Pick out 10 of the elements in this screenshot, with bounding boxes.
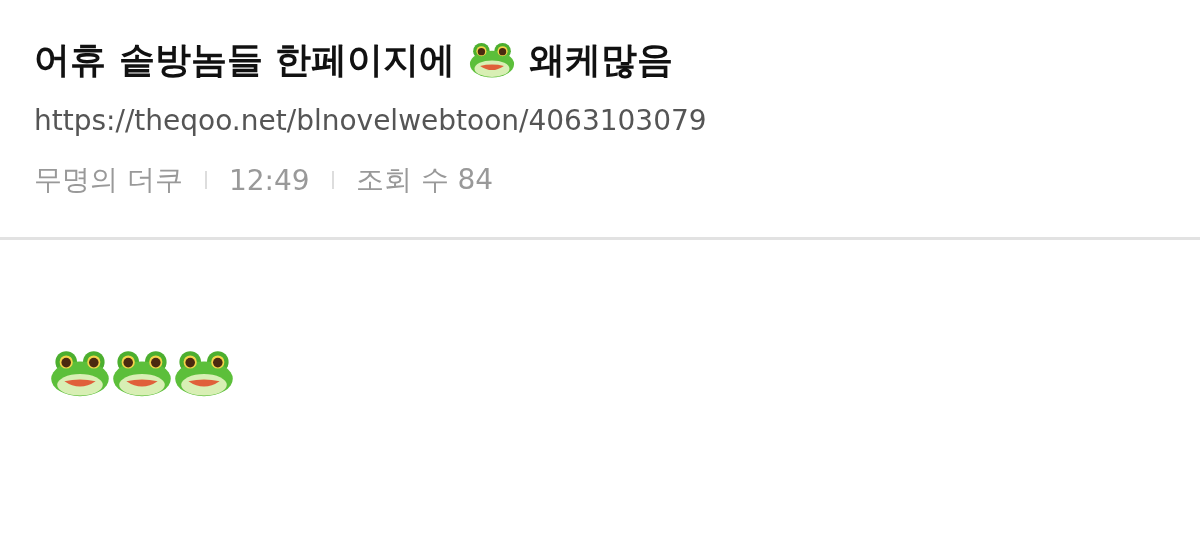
post-meta: 조회 수 84 xyxy=(355,162,494,198)
frog-icon xyxy=(112,350,172,397)
post-title: 어휴 솥방놈들 한페이지에 xyxy=(34,37,456,82)
post-meta: 무명의 더쿠 xyxy=(34,162,183,198)
post-url: https://theqoo.net/blnovelwebtoon/4063103079 xyxy=(34,104,708,137)
post-meta: 12:49 xyxy=(228,163,310,197)
frog-icon xyxy=(50,350,110,397)
frog-icon xyxy=(174,350,234,397)
post-title: 왜케많음 xyxy=(529,37,674,82)
frog-icon xyxy=(469,42,516,78)
